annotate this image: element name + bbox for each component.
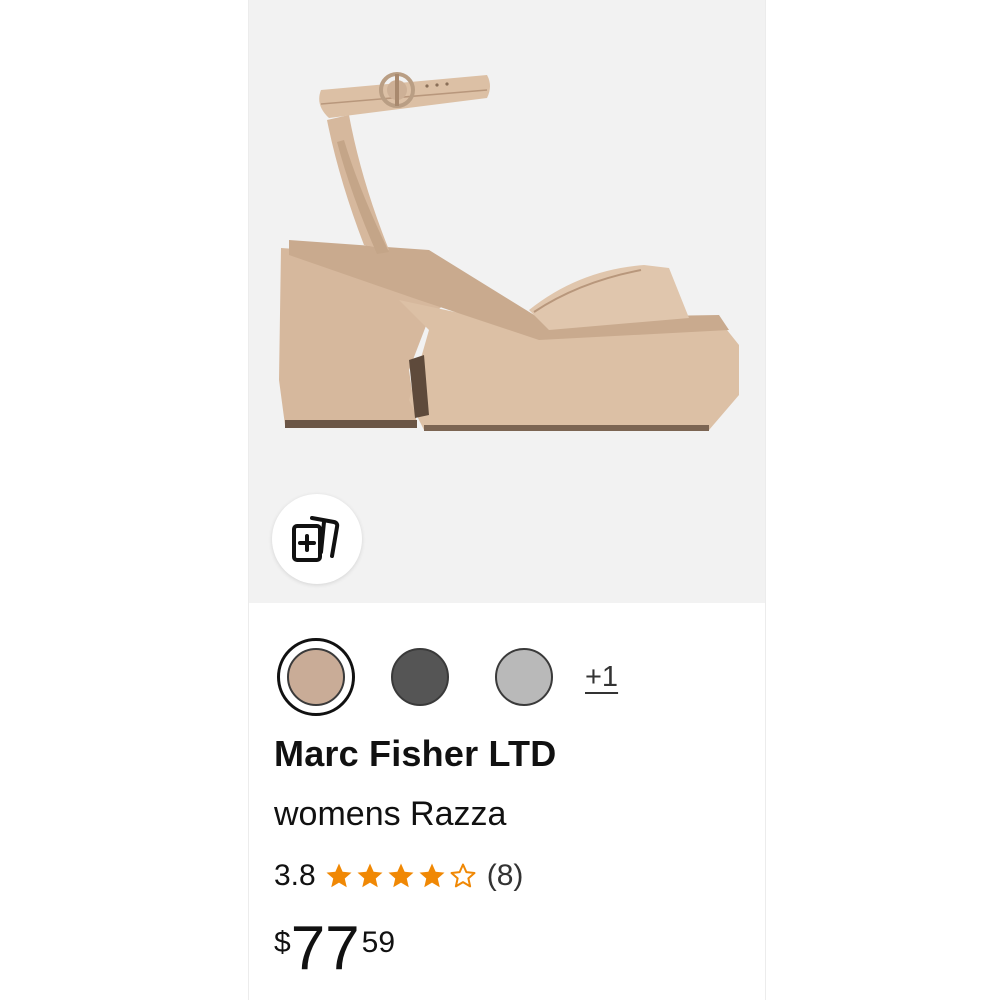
swatch-color-nude <box>287 648 345 706</box>
price-whole: 77 <box>290 914 360 983</box>
add-to-cards-icon <box>292 516 340 562</box>
color-swatches: +1 <box>277 637 618 717</box>
rating-count[interactable]: (8) <box>487 859 524 893</box>
product-brand[interactable]: Marc Fisher LTD <box>274 733 556 775</box>
more-colors-link[interactable]: +1 <box>585 661 618 694</box>
star-full-icon <box>357 863 383 888</box>
product-image-area[interactable] <box>249 0 765 603</box>
product-rating[interactable]: 3.8 (8) <box>274 856 523 896</box>
star-full-icon <box>388 863 414 888</box>
rating-stars <box>324 861 479 891</box>
price-fraction: 59 <box>361 926 396 959</box>
swatch-dark-gray[interactable] <box>381 638 459 716</box>
swatch-color-light-gray <box>495 648 553 706</box>
price-symbol: $ <box>274 926 291 959</box>
product-card[interactable]: +1 Marc Fisher LTD womens Razza 3.8 (8) … <box>248 0 766 1000</box>
swatch-color-dark-gray <box>391 648 449 706</box>
rating-value: 3.8 <box>274 859 316 892</box>
star-full-icon <box>419 863 445 888</box>
star-full-icon <box>326 863 352 888</box>
view-in-room-button[interactable] <box>272 494 362 584</box>
swatch-nude[interactable] <box>277 638 355 716</box>
product-title[interactable]: womens Razza <box>274 795 506 834</box>
star-empty-icon <box>450 863 476 888</box>
swatch-light-gray[interactable] <box>485 638 563 716</box>
product-price: $ 77 59 <box>274 918 395 980</box>
